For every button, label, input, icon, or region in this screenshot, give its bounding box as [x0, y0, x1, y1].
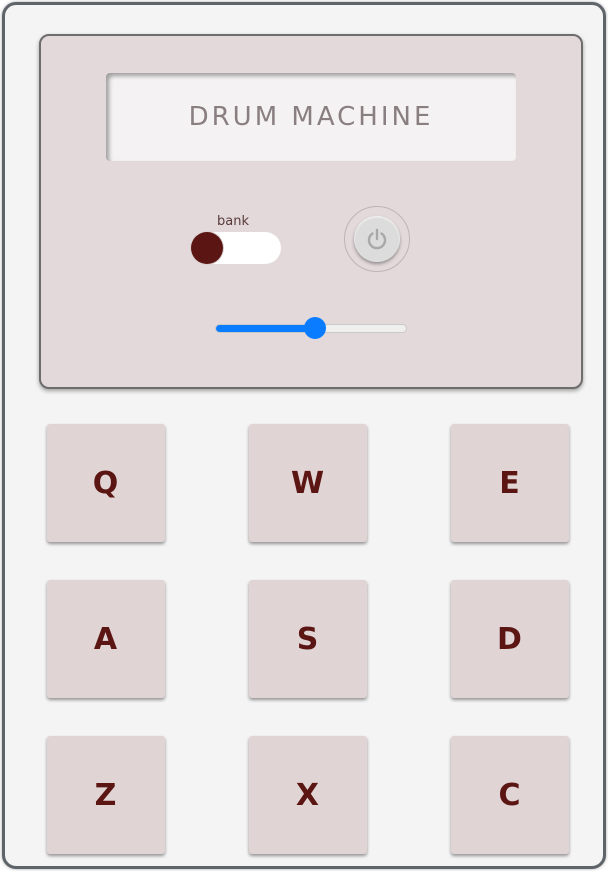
drum-pad-a[interactable]: A	[47, 580, 165, 698]
drum-pad-e[interactable]: E	[451, 424, 569, 542]
drum-pad-key-label: C	[498, 777, 522, 813]
drum-pad-z[interactable]: Z	[47, 736, 165, 854]
drum-pad-key-label: Q	[92, 465, 120, 501]
drum-pad-s[interactable]: S	[249, 580, 367, 698]
drum-pad-d[interactable]: D	[451, 580, 569, 698]
drum-pad-q[interactable]: Q	[47, 424, 165, 542]
power-button-face[interactable]	[354, 216, 400, 262]
power-icon	[367, 228, 387, 250]
drum-pad-c[interactable]: C	[451, 736, 569, 854]
control-panel: DRUM MACHINE bank	[39, 34, 583, 389]
drum-pad-w[interactable]: W	[249, 424, 367, 542]
drum-pad-key-label: X	[295, 777, 321, 813]
drum-pad-key-label: E	[499, 465, 521, 501]
volume-fill	[216, 325, 316, 332]
drum-pad-key-label: W	[290, 465, 326, 501]
drum-pad-key-label: S	[296, 621, 320, 657]
drum-pad-x[interactable]: X	[249, 736, 367, 854]
drum-pad-key-label: Z	[94, 777, 118, 813]
drum-machine: DRUM MACHINE bank Q W E A S D Z X C	[2, 2, 606, 869]
power-button[interactable]	[344, 206, 410, 272]
bank-label: bank	[217, 214, 249, 229]
bank-toggle-knob[interactable]	[191, 232, 223, 264]
display-screen: DRUM MACHINE	[106, 73, 516, 161]
volume-thumb[interactable]	[304, 317, 326, 339]
bank-toggle[interactable]	[191, 232, 281, 264]
display-text: DRUM MACHINE	[188, 102, 434, 132]
drum-pad-key-label: A	[93, 621, 119, 657]
drum-pad-key-label: D	[497, 621, 523, 657]
volume-slider[interactable]	[215, 317, 407, 339]
